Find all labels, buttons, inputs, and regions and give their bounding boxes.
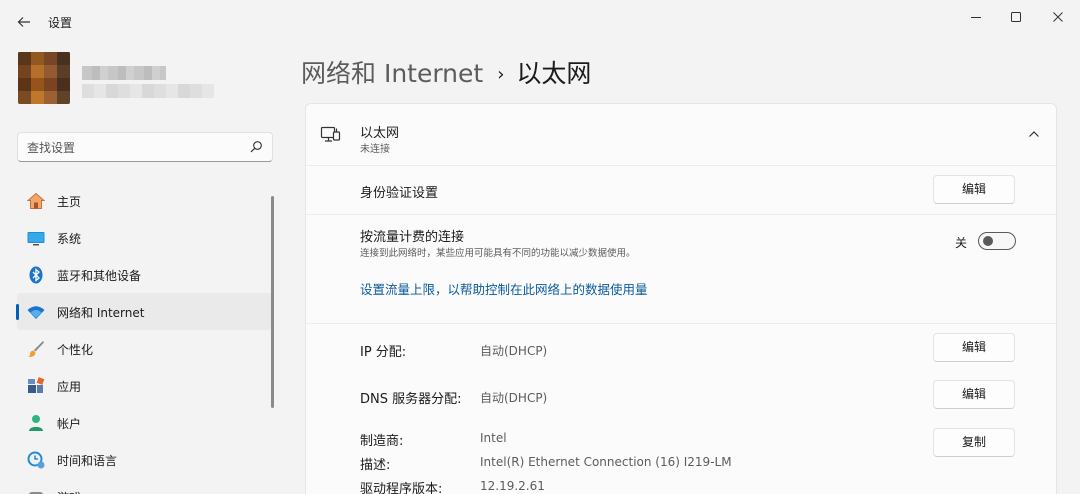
sidebar-item-gaming[interactable]: 游戏 [17,478,273,494]
driver-version-value: 12.19.2.61 [480,479,545,493]
sidebar-item-apps[interactable]: 应用 [17,367,273,404]
sidebar-scrollbar[interactable] [271,196,274,408]
profile-email-blurred [82,84,214,98]
chevron-up-icon[interactable] [1026,126,1042,142]
auth-edit-button[interactable]: 编辑 [933,175,1015,204]
driver-version-label: 驱动程序版本: [360,482,443,494]
dns-assignment-label: DNS 服务器分配: [360,392,462,407]
metered-connection-description: 连接到此网络时，某些应用可能具有不同的功能以减少数据使用。 [360,248,636,259]
description-label: 描述: [360,458,391,473]
arrow-left-icon [17,17,30,27]
divider [306,323,1056,324]
manufacturer-label: 制造商: [360,434,404,449]
minimize-button[interactable] [958,6,994,28]
ethernet-card: 以太网 未连接 身份验证设置 编辑 按流量计费的连接 连接到此网络时，某些应用可… [305,103,1057,494]
ip-assignment-value: 自动(DHCP) [480,344,548,358]
metered-connection-label: 按流量计费的连接 [360,230,465,245]
sidebar-item-label: 帐户 [57,417,82,431]
metered-toggle-state: 关 [955,236,968,250]
ethernet-icon [320,126,341,142]
auth-settings-label: 身份验证设置 [360,186,439,201]
sidebar-item-label: 网络和 Internet [57,306,145,320]
divider [306,214,1056,215]
maximize-button[interactable] [998,6,1034,28]
dns-edit-button[interactable]: 编辑 [933,380,1015,409]
app-title: 设置 [48,16,73,30]
sidebar-item-network[interactable]: 网络和 Internet [16,293,273,330]
ethernet-title: 以太网 [360,126,400,141]
close-icon [1053,12,1063,22]
ip-edit-button[interactable]: 编辑 [933,333,1015,362]
maximize-icon [1011,12,1021,22]
metered-connection-toggle[interactable] [978,232,1016,250]
sidebar-item-label: 蓝牙和其他设备 [57,269,142,283]
avatar[interactable] [18,52,70,104]
connection-status: 未连接 [360,144,390,155]
description-value: Intel(R) Ethernet Connection (16) I219-L… [480,455,732,469]
sidebar-item-label: 主页 [57,195,82,209]
sidebar-item-home[interactable]: 主页 [17,182,273,219]
active-indicator [16,304,19,320]
sidebar-item-time-language[interactable]: 时间和语言 [17,441,273,478]
sidebar-item-label: 游戏 [57,489,81,494]
sidebar-item-label: 个性化 [57,343,94,357]
wifi-icon [27,306,45,319]
gaming-icon [29,492,43,494]
breadcrumb-parent[interactable]: 网络和 Internet [301,59,483,88]
sidebar-item-accounts[interactable]: 帐户 [17,404,273,441]
dns-assignment-value: 自动(DHCP) [480,391,548,405]
profile-name-blurred [82,66,166,80]
bluetooth-icon [29,266,43,284]
sidebar-item-label: 应用 [57,380,82,394]
sidebar-item-bluetooth[interactable]: 蓝牙和其他设备 [17,256,273,293]
manufacturer-value: Intel [480,431,507,445]
minimize-icon [971,17,981,18]
toggle-knob [983,236,993,246]
apps-icon [28,377,45,393]
sidebar-item-system[interactable]: 系统 [17,219,273,256]
system-icon [27,232,45,246]
search-icon[interactable] [248,139,264,155]
copy-button[interactable]: 复制 [933,428,1015,457]
brush-icon [28,341,44,357]
breadcrumb: 网络和 Internet › 以太网 [301,54,591,90]
search-box[interactable] [17,132,273,162]
ethernet-card-header[interactable]: 以太网 未连接 [306,104,1056,166]
home-icon [26,192,46,209]
sidebar-item-personalization[interactable]: 个性化 [17,330,273,367]
search-input[interactable] [27,139,237,157]
sidebar-item-label: 系统 [57,232,82,246]
sidebar-nav: 主页 系统 蓝牙和其他设备 网络和 Internet 个性化 应用 帐户 时间和… [16,182,273,494]
account-icon [29,415,43,431]
time-language-icon [27,451,45,469]
close-button[interactable] [1040,6,1076,28]
data-limit-link[interactable]: 设置流量上限，以帮助控制在此网络上的数据使用量 [360,279,648,298]
ip-assignment-label: IP 分配: [360,345,407,360]
breadcrumb-separator: › [497,64,505,85]
back-button[interactable] [14,12,34,32]
sidebar-item-label: 时间和语言 [57,454,118,468]
title-bar: 设置 [0,0,1080,44]
page-title: 以太网 [516,59,592,88]
